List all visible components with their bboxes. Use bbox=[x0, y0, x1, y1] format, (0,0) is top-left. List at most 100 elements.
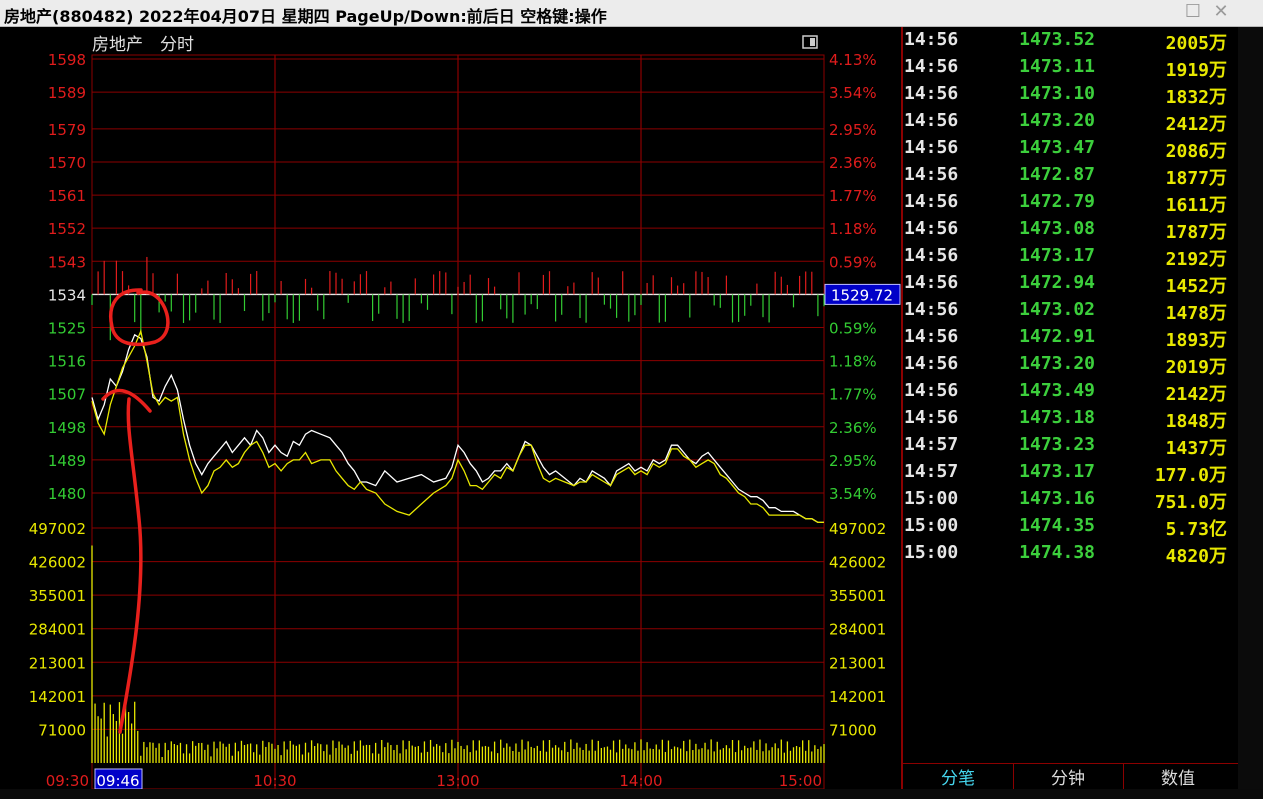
tab-ticks[interactable]: 分笔 bbox=[903, 764, 1014, 790]
price-axis-label: 1561 bbox=[48, 187, 86, 205]
price-axis-label: 1480 bbox=[48, 485, 86, 503]
volume-axis-label: 426002 bbox=[29, 554, 86, 572]
tick-price: 1473.17 bbox=[1019, 461, 1095, 482]
percent-axis-label: 2.36% bbox=[829, 419, 877, 437]
tick-time: 14:56 bbox=[904, 191, 959, 212]
tick-volume: 1478万 bbox=[1165, 303, 1227, 324]
price-axis-label: 1589 bbox=[48, 84, 86, 102]
volume-axis-label: 213001 bbox=[29, 654, 86, 672]
tick-time: 15:00 bbox=[904, 515, 959, 536]
tick-time: 14:56 bbox=[904, 164, 959, 185]
tick-row[interactable]: 14:56 1473.20 2019万 bbox=[903, 353, 1233, 380]
tick-row[interactable]: 14:56 1473.02 1478万 bbox=[903, 299, 1233, 326]
volume-axis-label: 71000 bbox=[38, 721, 86, 739]
tab-values[interactable]: 数值 bbox=[1123, 764, 1233, 790]
volume-axis-label: 284001 bbox=[29, 621, 86, 639]
tick-price: 1474.38 bbox=[1019, 542, 1095, 563]
tick-price: 1473.08 bbox=[1019, 218, 1095, 239]
percent-axis-label: 0.59% bbox=[829, 319, 877, 337]
tick-row[interactable]: 14:56 1473.08 1787万 bbox=[903, 218, 1233, 245]
time-axis-label: 15:00 bbox=[779, 772, 822, 789]
tick-time: 14:56 bbox=[904, 29, 959, 50]
tick-price: 1473.47 bbox=[1019, 137, 1095, 158]
tick-row[interactable]: 14:56 1473.18 1848万 bbox=[903, 407, 1233, 434]
time-axis-label: 13:00 bbox=[436, 772, 479, 789]
tick-time: 14:56 bbox=[904, 299, 959, 320]
time-axis-label: 14:00 bbox=[619, 772, 662, 789]
tick-row[interactable]: 14:56 1473.20 2412万 bbox=[903, 110, 1233, 137]
tick-row[interactable]: 14:56 1472.91 1893万 bbox=[903, 326, 1233, 353]
tick-time: 14:56 bbox=[904, 326, 959, 347]
price-axis-label: 1579 bbox=[48, 121, 86, 139]
tick-volume: 4820万 bbox=[1165, 546, 1227, 567]
tick-volume: 751.0万 bbox=[1154, 492, 1227, 513]
background-window-edge bbox=[0, 789, 1263, 799]
tick-volume: 1611万 bbox=[1165, 195, 1227, 216]
volume-axis-label-right: 426002 bbox=[829, 554, 886, 572]
percent-axis-label: 4.13% bbox=[829, 51, 877, 69]
tick-volume: 1877万 bbox=[1165, 168, 1227, 189]
tick-price: 1473.49 bbox=[1019, 380, 1095, 401]
tick-volume: 2142万 bbox=[1165, 384, 1227, 405]
price-axis-label: 1516 bbox=[48, 353, 86, 371]
tick-row[interactable]: 14:56 1472.94 1452万 bbox=[903, 272, 1233, 299]
chart-mode-label: 分时 bbox=[160, 35, 194, 55]
price-axis-label: 1543 bbox=[48, 253, 86, 271]
tick-price: 1473.02 bbox=[1019, 299, 1095, 320]
tick-list-panel[interactable]: 14:56 1473.52 2005万 14:56 1473.11 1919万 14:56 1… bbox=[903, 27, 1233, 763]
volume-axis-label-right: 142001 bbox=[829, 688, 886, 706]
tick-volume: 1919万 bbox=[1165, 60, 1227, 81]
tick-row[interactable]: 15:00 1474.35 5.73亿 bbox=[903, 515, 1233, 542]
tick-time: 14:56 bbox=[904, 380, 959, 401]
tick-time: 14:56 bbox=[904, 110, 959, 131]
tick-volume: 2412万 bbox=[1165, 114, 1227, 135]
tick-time: 14:57 bbox=[904, 461, 959, 482]
tick-volume: 1437万 bbox=[1165, 438, 1227, 459]
tick-time: 14:57 bbox=[904, 434, 959, 455]
tick-row[interactable]: 14:57 1473.23 1437万 bbox=[903, 434, 1233, 461]
tick-row[interactable]: 14:56 1473.10 1832万 bbox=[903, 83, 1233, 110]
volume-axis-label-right: 355001 bbox=[829, 587, 886, 605]
tick-row[interactable]: 14:56 1473.49 2142万 bbox=[903, 380, 1233, 407]
close-icon[interactable]: ✕ bbox=[1210, 1, 1232, 23]
tick-price: 1473.16 bbox=[1019, 488, 1095, 509]
percent-axis-label: 1.77% bbox=[829, 187, 877, 205]
tick-row[interactable]: 14:57 1473.17 177.0万 bbox=[903, 461, 1233, 488]
price-axis-label: 1552 bbox=[48, 220, 86, 238]
tick-price: 1473.20 bbox=[1019, 353, 1095, 374]
tick-time: 14:56 bbox=[904, 353, 959, 374]
volume-axis-label-right: 497002 bbox=[829, 520, 886, 538]
tick-row[interactable]: 14:56 1473.17 2192万 bbox=[903, 245, 1233, 272]
tick-price: 1473.11 bbox=[1019, 56, 1095, 77]
tick-row[interactable]: 15:00 1473.16 751.0万 bbox=[903, 488, 1233, 515]
time-cursor-label: 09:46 bbox=[96, 772, 139, 789]
percent-axis-label: 2.95% bbox=[829, 121, 877, 139]
background-window-edge bbox=[1238, 27, 1263, 799]
maximize-icon[interactable]: ☐ bbox=[1182, 1, 1204, 23]
bottom-tab-bar: 分笔 分钟 数值 bbox=[903, 763, 1238, 790]
tick-time: 15:00 bbox=[904, 542, 959, 563]
tick-row[interactable]: 14:56 1473.11 1919万 bbox=[903, 56, 1233, 83]
tick-price: 1472.91 bbox=[1019, 326, 1095, 347]
price-axis-label: 1498 bbox=[48, 419, 86, 437]
tick-row[interactable]: 15:00 1474.38 4820万 bbox=[903, 542, 1233, 569]
tick-row[interactable]: 14:56 1472.79 1611万 bbox=[903, 191, 1233, 218]
tick-row[interactable]: 14:56 1472.87 1877万 bbox=[903, 164, 1233, 191]
chart-security-name: 房地产 bbox=[92, 35, 143, 55]
price-axis-label: 1534 bbox=[48, 286, 86, 304]
price-axis-label: 1525 bbox=[48, 319, 86, 337]
percent-axis-label: 3.54% bbox=[829, 485, 877, 503]
intraday-chart[interactable]: 房地产 分时 1598 4.13% 1589 3.54% 1579 2.95% 1570 2.… bbox=[0, 27, 903, 789]
tick-volume: 2005万 bbox=[1165, 33, 1227, 54]
percent-axis-label: 2.95% bbox=[829, 452, 877, 470]
tick-time: 14:56 bbox=[904, 137, 959, 158]
tick-price: 1472.79 bbox=[1019, 191, 1095, 212]
tick-row[interactable]: 14:56 1473.52 2005万 bbox=[903, 29, 1233, 56]
tick-time: 14:56 bbox=[904, 407, 959, 428]
tick-price: 1473.52 bbox=[1019, 29, 1095, 50]
tick-row[interactable]: 14:56 1473.47 2086万 bbox=[903, 137, 1233, 164]
tick-time: 14:56 bbox=[904, 218, 959, 239]
tab-minutes[interactable]: 分钟 bbox=[1013, 764, 1124, 790]
volume-axis-label: 497002 bbox=[29, 520, 86, 538]
tick-time: 14:56 bbox=[904, 56, 959, 77]
